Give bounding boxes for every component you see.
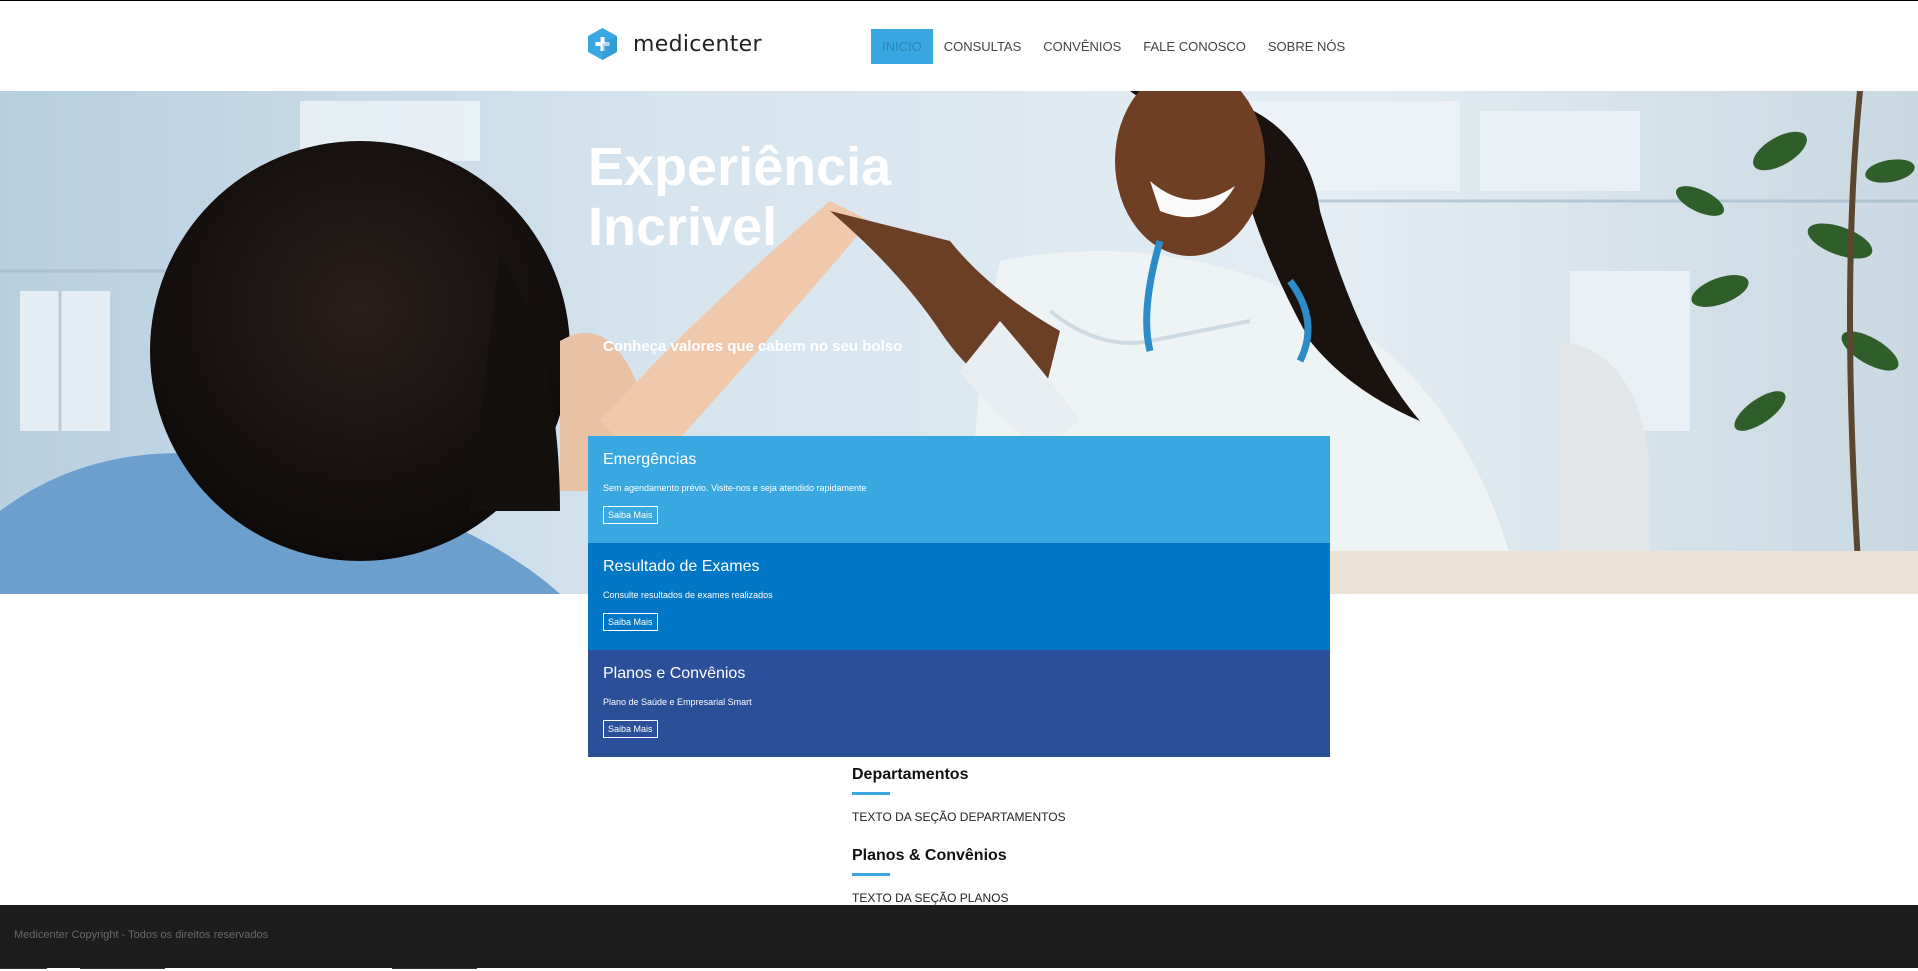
hero-title-line2: Incrivel [588,197,778,257]
site-footer: Medicenter Copyright - Todos os direitos… [0,905,1918,968]
hero-subtitle: Conheça valores que cabem no seu bolso [603,338,903,355]
nav-item-fale-conosco[interactable]: FALE CONOSCO [1132,29,1257,64]
logo[interactable]: medicenter [588,28,762,60]
saiba-mais-button[interactable]: Saiba Mais [603,506,658,524]
hero-title: Experiência Incrivel [588,137,1008,257]
section-divider [852,873,890,876]
cross-hexagon-icon [588,28,617,60]
copyright-text: Medicenter Copyright - Todos os direitos… [14,929,269,941]
section-text: TEXTO DA SEÇÃO DEPARTAMENTOS [852,810,1066,824]
nav-item-convenios[interactable]: CONVÊNIOS [1032,29,1132,64]
info-box-emergencias: Emergências Sem agendamento prévio. Visi… [588,436,1330,543]
info-box-text: Consulte resultados de exames realizados [603,590,773,600]
info-box-text: Plano de Saúde e Empresarial Smart [603,697,752,707]
info-box-text: Sem agendamento prévio. Visite-nos e sej… [603,483,867,493]
nav-item-inicio[interactable]: INICIO [871,29,933,64]
section-title: Planos & Convênios [852,847,1007,864]
nav-item-consultas[interactable]: CONSULTAS [933,29,1033,64]
info-box-title: Planos e Convênios [603,665,746,682]
section-text: TEXTO DA SEÇÃO PLANOS [852,891,1009,905]
info-box-planos-convenios: Planos e Convênios Plano de Saúde e Empr… [588,650,1330,757]
hero-title-line1: Experiência [588,137,892,197]
info-box-resultado-exames: Resultado de Exames Consulte resultados … [588,543,1330,650]
main-nav: INICIO CONSULTAS CONVÊNIOS FALE CONOSCO … [871,29,1356,64]
saiba-mais-button[interactable]: Saiba Mais [603,720,658,738]
section-divider [852,792,890,795]
section-title: Departamentos [852,766,969,783]
info-box-title: Emergências [603,451,697,468]
info-boxes: Emergências Sem agendamento prévio. Visi… [588,436,1330,757]
section-planos: Planos & Convênios TEXTO DA SEÇÃO PLANOS [852,847,1352,905]
saiba-mais-button[interactable]: Saiba Mais [603,613,658,631]
nav-item-sobre-nos[interactable]: SOBRE NÓS [1257,29,1356,64]
section-departamentos: Departamentos TEXTO DA SEÇÃO DEPARTAMENT… [852,766,1352,824]
brand-name: medicenter [633,31,762,57]
site-header: medicenter INICIO CONSULTAS CONVÊNIOS FA… [0,1,1918,91]
info-box-title: Resultado de Exames [603,558,760,575]
